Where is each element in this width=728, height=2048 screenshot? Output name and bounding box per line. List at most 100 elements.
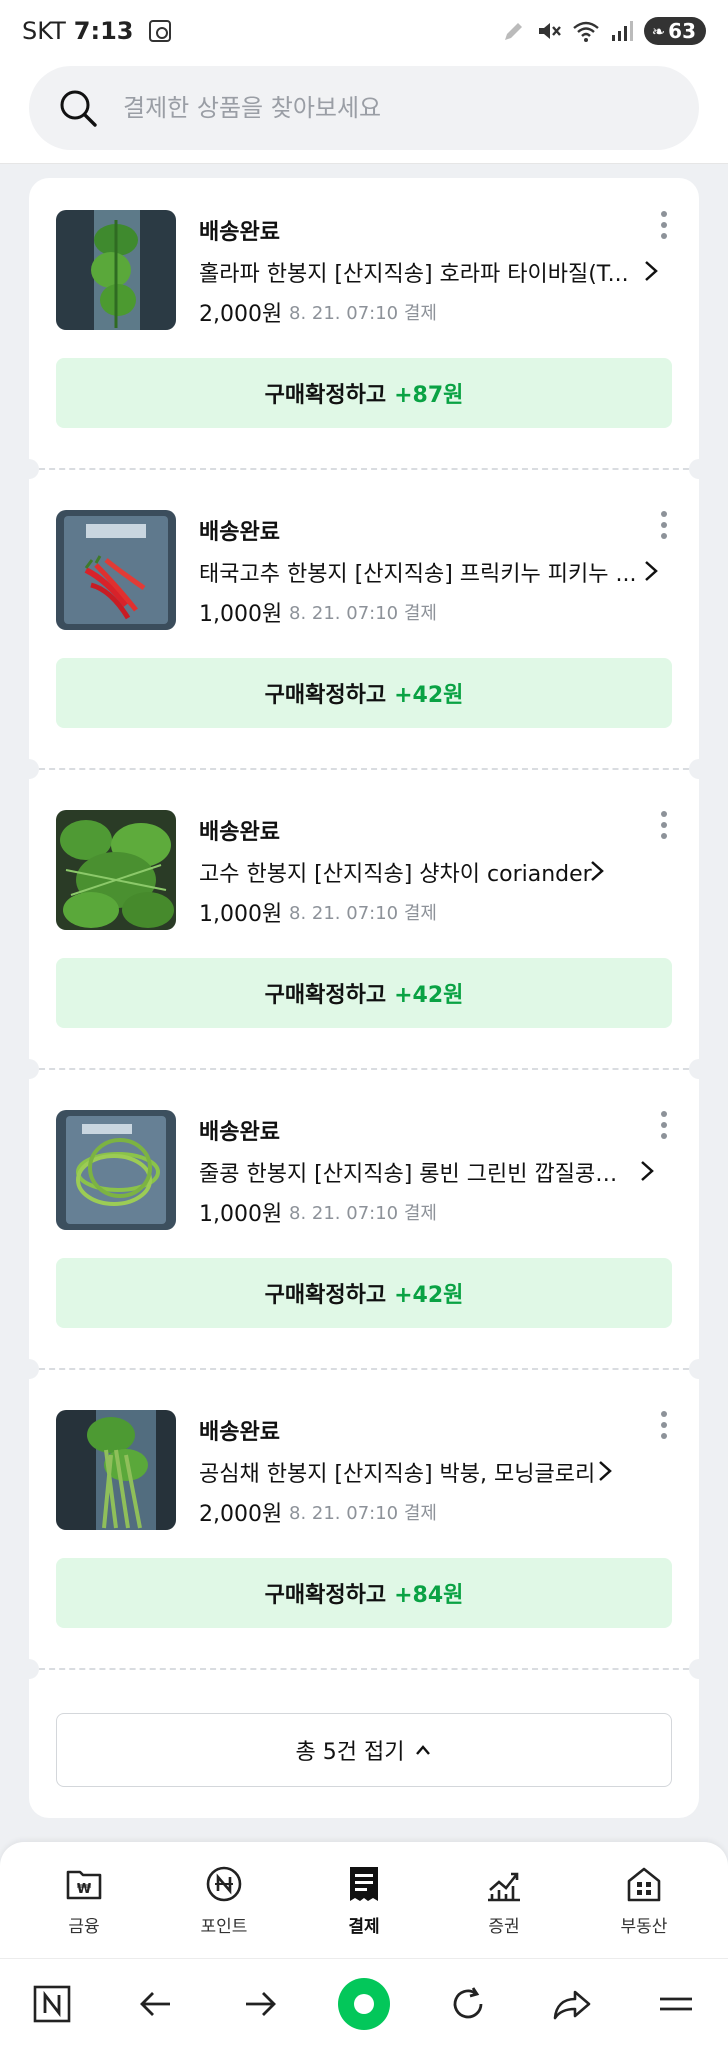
product-thumbnail[interactable]: [56, 1410, 176, 1530]
wifi-icon: [572, 21, 599, 42]
confirm-label: 구매확정하고: [264, 383, 387, 408]
bottom-tab-bar: ₩ 금융 포인트 결제 증권 부동산: [0, 1842, 728, 1958]
pen-icon: [504, 23, 522, 40]
share-button[interactable]: [544, 1976, 600, 2032]
status-left: SKT 7:13: [22, 17, 172, 45]
more-options-icon[interactable]: [649, 208, 679, 242]
confirm-points: +42원: [394, 1283, 464, 1308]
order-item: 배송완료 홀라파 한봉지 [산지직송] 호라파 타이바질(T... 2,000원…: [29, 178, 699, 478]
menu-button[interactable]: [648, 1976, 704, 2032]
chevron-right-icon[interactable]: [637, 1158, 657, 1184]
confirm-points: +42원: [394, 683, 464, 708]
confirm-label: 구매확정하고: [264, 1583, 387, 1608]
chevron-right-icon[interactable]: [587, 858, 607, 884]
tab-finance[interactable]: ₩ 금융: [24, 1842, 144, 1958]
payment-receipt-icon: [350, 1867, 378, 1901]
naver-n-icon: [33, 1985, 71, 2022]
confirm-label: 구매확정하고: [264, 983, 387, 1008]
battery-level: 63: [668, 19, 696, 43]
refresh-button[interactable]: [440, 1976, 496, 2032]
delivery-status: 배송완료: [199, 820, 280, 845]
more-options-icon[interactable]: [649, 508, 679, 542]
tab-label: 포인트: [200, 1917, 248, 1937]
purchase-confirm-button[interactable]: 구매확정하고 +42원: [56, 658, 672, 728]
purchase-confirm-button[interactable]: 구매확정하고 +84원: [56, 1558, 672, 1628]
product-price: 2,000원: [199, 302, 283, 327]
order-item: 배송완료 고수 한봉지 [산지직송] 샹차이 coriander 1,000원 …: [29, 778, 699, 1078]
tab-label: 증권: [488, 1917, 520, 1937]
tab-stocks[interactable]: 증권: [444, 1842, 564, 1958]
more-options-icon[interactable]: [649, 1408, 679, 1442]
product-name[interactable]: 태국고추 한봉지 [산지직송] 프릭키누 피키누 ...: [199, 556, 639, 588]
real-estate-icon: [627, 1867, 661, 1902]
search-header: [0, 62, 728, 164]
status-bar: SKT 7:13 ❧ 63: [0, 0, 728, 62]
refresh-icon: [453, 1986, 483, 2018]
carrier-label: SKT: [22, 17, 66, 45]
confirm-points: +84원: [394, 1583, 464, 1608]
order-item: 배송완료 줄콩 한봉지 [산지직송] 롱빈 그린빈 깝질콩 ... 1,000원…: [29, 1078, 699, 1378]
product-name[interactable]: 고수 한봉지 [산지직송] 샹차이 coriander: [199, 856, 592, 888]
search-input[interactable]: [123, 94, 643, 122]
confirm-label: 구매확정하고: [264, 683, 387, 708]
payment-date: 8. 21. 07:10 결제: [289, 903, 437, 924]
share-arrow-icon: [553, 1990, 591, 2019]
confirm-points: +87원: [394, 383, 464, 408]
green-dot-icon: [338, 1977, 390, 2030]
search-icon: [60, 90, 97, 127]
more-options-icon[interactable]: [649, 1108, 679, 1142]
dashed-divider: [29, 1068, 699, 1070]
tab-real-estate[interactable]: 부동산: [584, 1842, 704, 1958]
payment-date: 8. 21. 07:10 결제: [289, 1503, 437, 1524]
tab-label: 결제: [348, 1917, 380, 1937]
order-list-card: 배송완료 홀라파 한봉지 [산지직송] 호라파 타이바질(T... 2,000원…: [29, 178, 699, 1818]
payment-date: 8. 21. 07:10 결제: [289, 1203, 437, 1224]
hamburger-menu-icon: [660, 1997, 692, 2010]
purchase-confirm-button[interactable]: 구매확정하고 +87원: [56, 358, 672, 428]
npoint-icon: [206, 1866, 242, 1902]
purchase-confirm-button[interactable]: 구매확정하고 +42원: [56, 1258, 672, 1328]
product-price: 2,000원: [199, 1502, 283, 1527]
battery-indicator: ❧ 63: [643, 17, 706, 45]
back-button[interactable]: [128, 1976, 184, 2032]
purchase-confirm-button[interactable]: 구매확정하고 +42원: [56, 958, 672, 1028]
confirm-points: +42원: [394, 983, 464, 1008]
confirm-label: 구매확정하고: [264, 1283, 387, 1308]
chevron-up-icon: [416, 1745, 431, 1755]
dashed-divider: [29, 768, 699, 770]
product-name[interactable]: 홀라파 한봉지 [산지직송] 호라파 타이바질(T...: [199, 256, 639, 288]
green-dot-button[interactable]: [336, 1976, 392, 2032]
product-thumbnail[interactable]: [56, 1110, 176, 1230]
status-icons: ❧ 63: [502, 17, 706, 45]
delivery-status: 배송완료: [199, 1420, 280, 1445]
product-thumbnail[interactable]: [56, 210, 176, 330]
stock-chart-icon: [488, 1872, 520, 1902]
payment-date: 8. 21. 07:10 결제: [289, 603, 437, 624]
more-options-icon[interactable]: [649, 808, 679, 842]
screen-record-icon: [149, 20, 172, 42]
tab-points[interactable]: 포인트: [164, 1842, 284, 1958]
tab-payment[interactable]: 결제: [304, 1842, 424, 1958]
order-item: 배송완료 태국고추 한봉지 [산지직송] 프릭키누 피키누 ... 1,000원…: [29, 478, 699, 778]
product-price: 1,000원: [199, 902, 283, 927]
product-price: 1,000원: [199, 1202, 283, 1227]
leaf-icon: ❧: [651, 21, 666, 41]
chevron-right-icon[interactable]: [641, 258, 661, 284]
arrow-right-icon: [246, 1991, 276, 2016]
collapse-button[interactable]: 총 5건 접기: [56, 1713, 672, 1787]
order-item: 배송완료 공심채 한봉지 [산지직송] 박붕, 모닝글로리 2,000원 8. …: [29, 1378, 699, 1678]
delivery-status: 배송완료: [199, 220, 280, 245]
naver-home-button[interactable]: [24, 1976, 80, 2032]
forward-button[interactable]: [232, 1976, 288, 2032]
collapse-label: 총 5건 접기: [295, 1740, 405, 1765]
product-thumbnail[interactable]: [56, 810, 176, 930]
product-name[interactable]: 공심채 한봉지 [산지직송] 박붕, 모닝글로리: [199, 1456, 595, 1488]
product-name[interactable]: 줄콩 한봉지 [산지직송] 롱빈 그린빈 깝질콩 ...: [199, 1156, 619, 1188]
dashed-divider: [29, 468, 699, 470]
delivery-status: 배송완료: [199, 520, 280, 545]
product-thumbnail[interactable]: [56, 510, 176, 630]
search-box[interactable]: [29, 66, 699, 150]
chevron-right-icon[interactable]: [595, 1458, 615, 1484]
chevron-right-icon[interactable]: [641, 558, 661, 584]
svg-text:₩: ₩: [77, 1882, 92, 1897]
